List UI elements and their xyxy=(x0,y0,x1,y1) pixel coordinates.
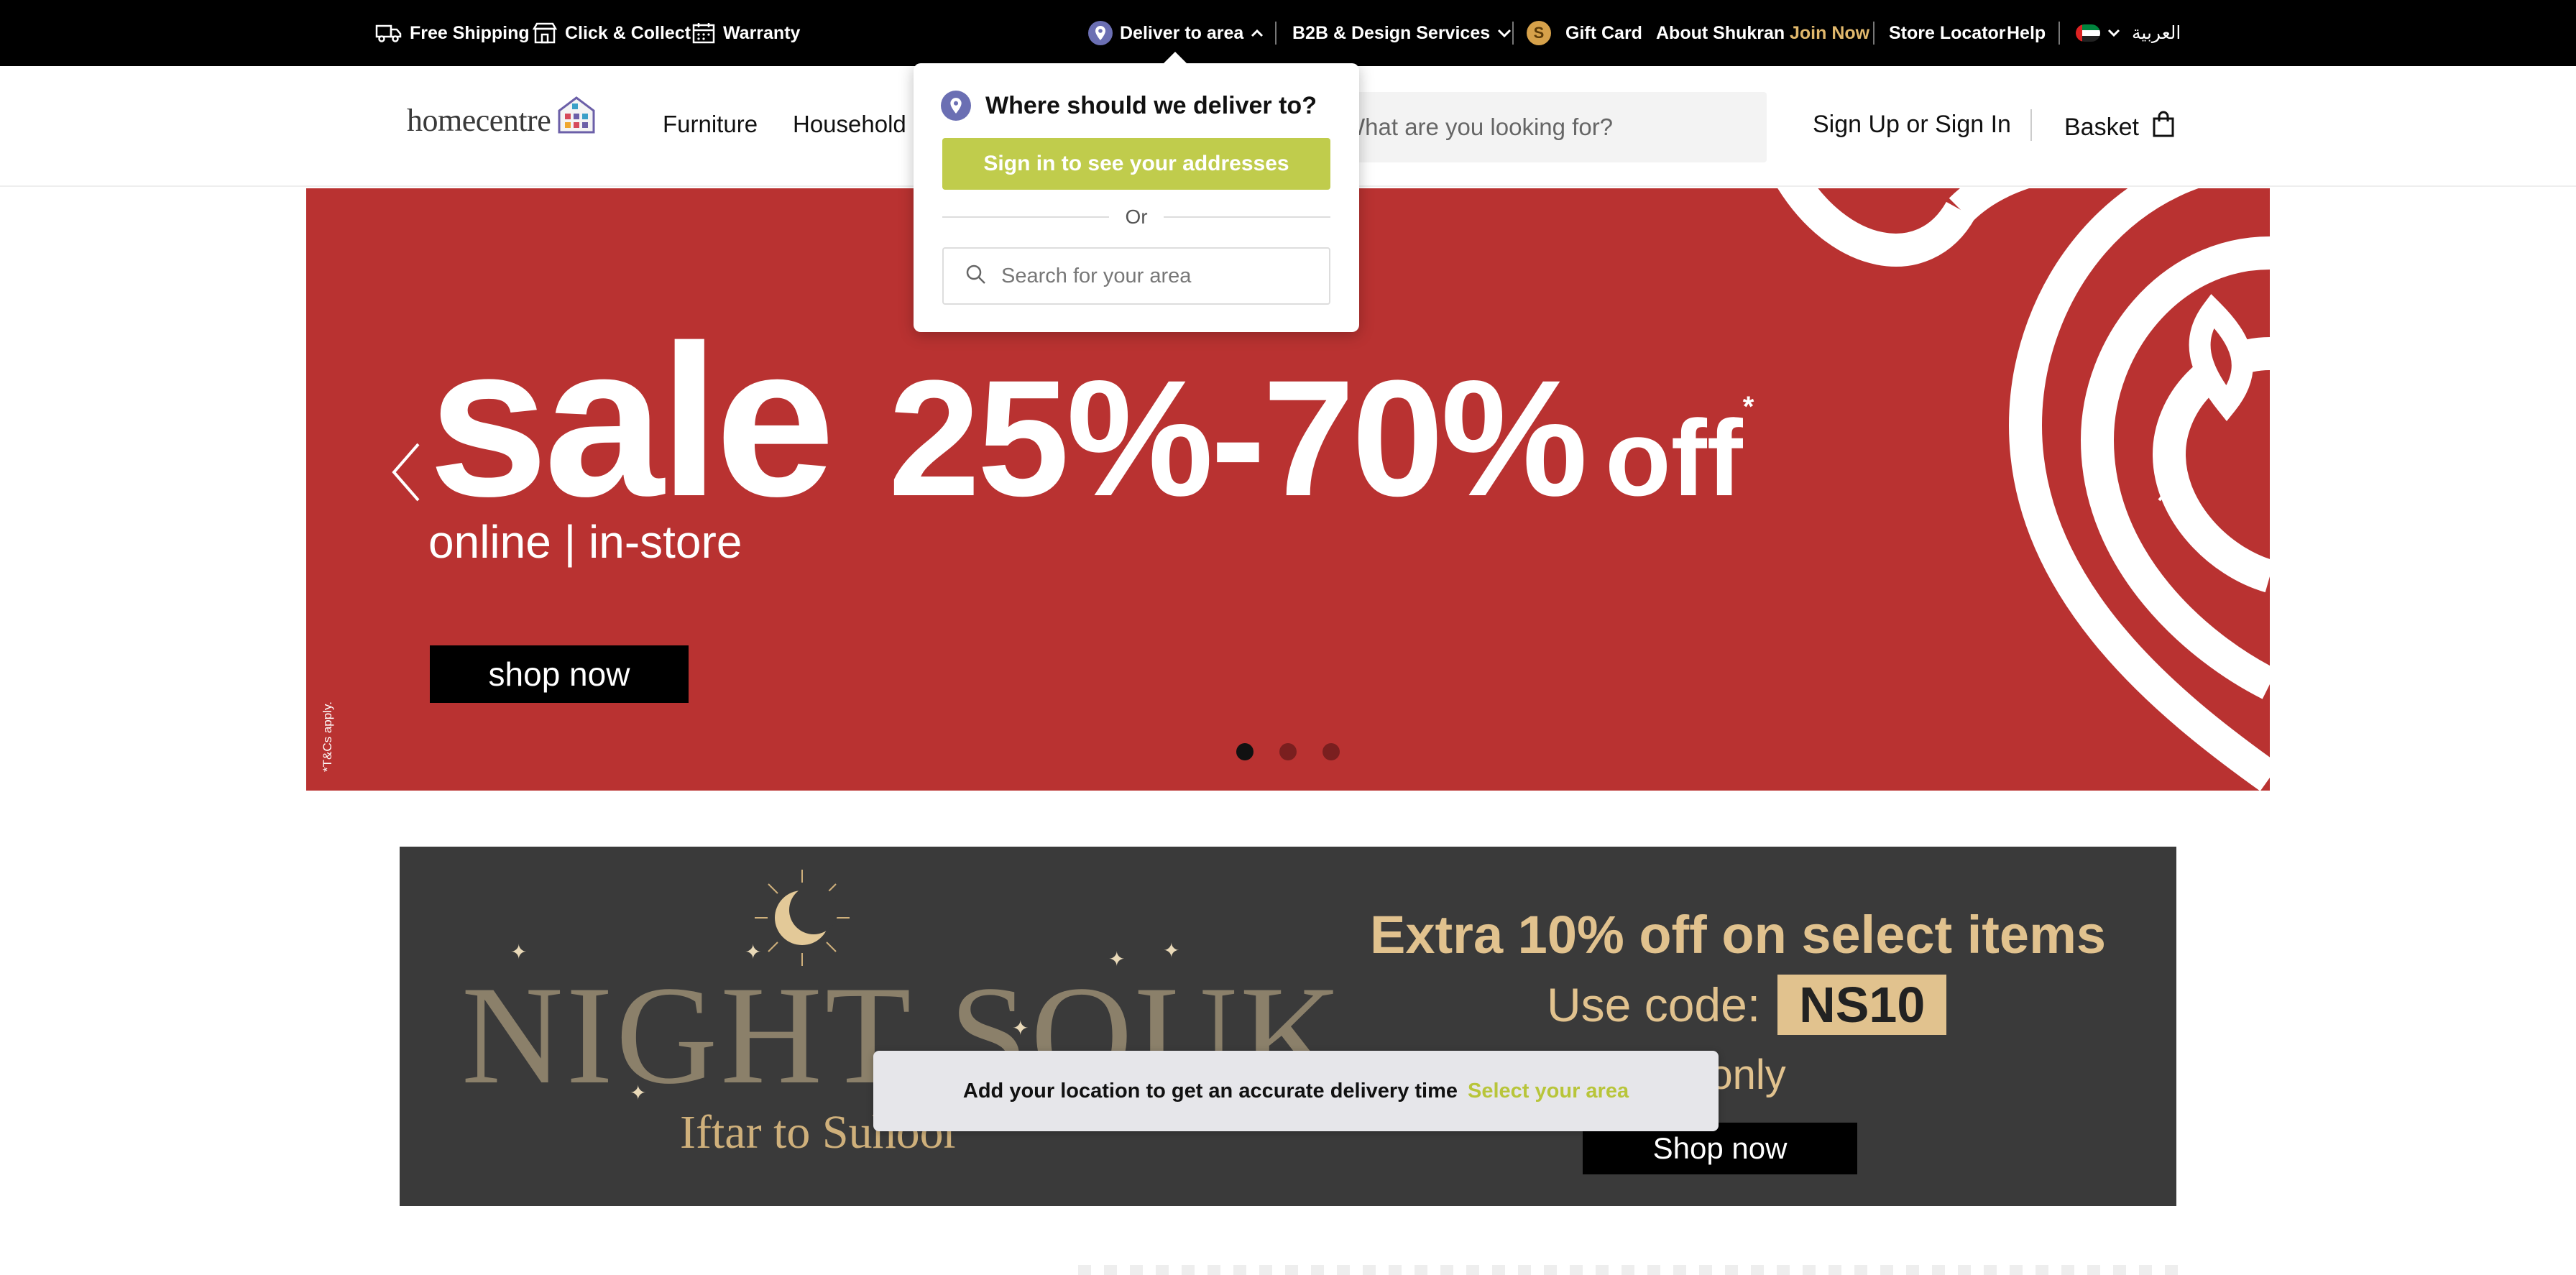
location-pin-icon xyxy=(1088,21,1113,45)
join-now-label: Join Now xyxy=(1790,22,1870,43)
deliver-area-popup: Where should we deliver to? Sign in to s… xyxy=(914,52,1359,332)
carousel-dots xyxy=(1236,743,1340,760)
chevron-left-icon xyxy=(392,443,420,502)
hero-shop-now-button[interactable]: shop now xyxy=(430,645,689,703)
store-locator-label: Store Locator xyxy=(1889,22,2006,43)
nav-furniture[interactable]: Furniture xyxy=(663,111,758,138)
shukran-coin-icon: S xyxy=(1527,21,1551,45)
sign-in-link[interactable]: Sign Up or Sign In xyxy=(1813,111,2011,139)
search-input[interactable] xyxy=(1335,114,1767,141)
gift-card-link[interactable]: Gift Card xyxy=(1565,0,1642,66)
shukran-coin: S xyxy=(1527,0,1551,66)
basket-link[interactable]: Basket xyxy=(2064,111,2175,144)
sale-range: 25%-70% xyxy=(888,346,1588,530)
house-logo-icon xyxy=(555,95,598,139)
basket-label: Basket xyxy=(2064,114,2139,141)
about-shukran-label: About Shukran xyxy=(1656,22,1785,43)
popup-heading: Where should we deliver to? xyxy=(941,91,1317,121)
click-collect-link[interactable]: Click & Collect xyxy=(532,0,691,66)
free-shipping-link[interactable]: Free Shipping xyxy=(375,0,530,66)
click-collect-label: Click & Collect xyxy=(565,22,691,43)
hero-terms: *T&Cs apply. xyxy=(321,701,334,772)
divider xyxy=(2030,109,2032,141)
toast-message: Add your location to get an accurate del… xyxy=(962,1079,1458,1103)
next-section-edge xyxy=(1078,1265,2178,1275)
help-label: Help xyxy=(2007,22,2046,43)
site-search[interactable] xyxy=(1335,92,1767,162)
popup-title: Where should we deliver to? xyxy=(985,91,1317,119)
join-now-link[interactable]: Join Now xyxy=(1790,0,1869,66)
location-toast: Add your location to get an accurate del… xyxy=(873,1051,1719,1131)
chevron-down-icon xyxy=(1497,28,1512,38)
hero-sale-headline: sale 25%-70% off * xyxy=(428,296,1754,545)
select-area-link[interactable]: Select your area xyxy=(1468,1080,1629,1103)
area-search-field[interactable] xyxy=(942,247,1330,305)
language-switch[interactable]: العربية xyxy=(2132,0,2181,66)
help-link[interactable]: Help xyxy=(2007,0,2046,66)
area-search-input[interactable] xyxy=(1001,264,1329,288)
carousel-prev-arrow[interactable] xyxy=(385,440,428,505)
free-shipping-label: Free Shipping xyxy=(410,22,530,43)
store-icon xyxy=(532,22,558,45)
language-label: العربية xyxy=(2132,23,2181,43)
chevron-down-icon xyxy=(2107,29,2120,37)
divider xyxy=(1275,22,1276,45)
sale-off: off xyxy=(1605,397,1743,518)
sale-asterisk: * xyxy=(1742,391,1754,423)
logo-text: homecentre xyxy=(407,103,551,138)
promo-code-row: Use code: NS10 xyxy=(1547,975,1947,1035)
or-label: Or xyxy=(1125,206,1148,228)
chevron-right-icon xyxy=(2158,443,2186,502)
b2b-label: B2B & Design Services xyxy=(1292,22,1491,43)
carousel-dot[interactable] xyxy=(1236,743,1254,760)
country-selector[interactable] xyxy=(2076,0,2120,66)
hero-subtitle: online | in-store xyxy=(428,516,742,568)
night-souk-banner[interactable]: ✦ ✦ ✦ ✦ ✦ ✦ NIGHT SOUK Iftar to Suhoor E… xyxy=(400,847,2176,1206)
sign-in-addresses-button[interactable]: Sign in to see your addresses xyxy=(942,138,1330,190)
souk-offer-headline: Extra 10% off on select items xyxy=(1370,905,2107,965)
deliver-to-label: Deliver to area xyxy=(1120,22,1244,43)
shopping-bag-icon xyxy=(2152,111,2175,144)
store-locator-link[interactable]: Store Locator xyxy=(1889,0,2006,66)
homecentre-logo[interactable]: homecentre xyxy=(407,95,598,139)
search-icon xyxy=(965,264,987,289)
uae-flag-icon xyxy=(2076,24,2100,42)
calendar-icon xyxy=(691,22,716,45)
gift-card-label: Gift Card xyxy=(1565,22,1642,43)
nav-household[interactable]: Household xyxy=(793,111,906,138)
or-divider: Or xyxy=(942,206,1331,229)
warranty-link[interactable]: Warranty xyxy=(691,0,800,66)
sale-word: sale xyxy=(428,300,835,541)
b2b-design-services-menu[interactable]: B2B & Design Services xyxy=(1292,0,1512,66)
about-shukran-link[interactable]: About Shukran xyxy=(1656,0,1785,66)
promo-code-label: Use code: xyxy=(1547,978,1761,1031)
carousel-next-arrow[interactable] xyxy=(2149,440,2192,505)
chevron-up-icon xyxy=(1251,29,1264,37)
truck-icon xyxy=(375,23,402,43)
utility-bar: Free Shipping Click & Collect Warranty D… xyxy=(0,0,2576,66)
carousel-dot[interactable] xyxy=(1322,743,1340,760)
carousel-dot[interactable] xyxy=(1279,743,1297,760)
divider xyxy=(1873,22,1874,45)
location-pin-icon xyxy=(941,91,971,121)
promo-code: NS10 xyxy=(1777,975,1947,1035)
popup-caret xyxy=(1162,52,1188,65)
warranty-label: Warranty xyxy=(723,22,801,43)
divider xyxy=(2058,22,2060,45)
divider xyxy=(1512,22,1514,45)
